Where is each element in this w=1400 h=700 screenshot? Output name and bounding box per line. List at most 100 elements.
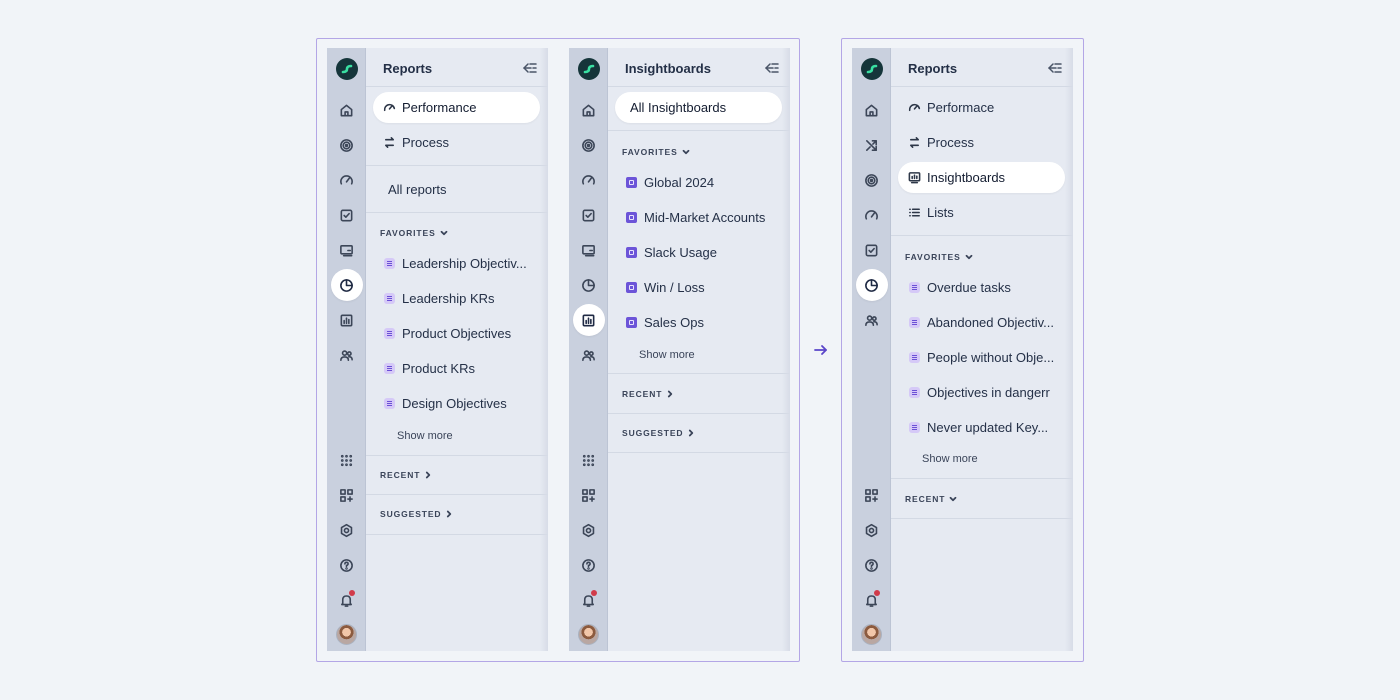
- menu-item-performance[interactable]: Performance: [373, 92, 540, 123]
- reports-panel: Reports Performance Process All reports …: [327, 48, 548, 651]
- recent-section-toggle[interactable]: RECENT: [622, 389, 674, 399]
- icon-rail: [569, 48, 608, 651]
- favorite-item[interactable]: Objectives in dangerr: [898, 377, 1065, 408]
- settings-icon[interactable]: [327, 518, 366, 542]
- bell-icon[interactable]: [852, 588, 891, 612]
- collapse-sidebar-icon[interactable]: [1047, 61, 1062, 73]
- recent-section-toggle[interactable]: RECENT: [905, 494, 957, 504]
- reports-new-menu: Reports Performace Process Insightboards…: [891, 48, 1073, 651]
- app-logo-icon[interactable]: [578, 58, 600, 80]
- favorite-item[interactable]: Leadership KRs: [373, 283, 540, 314]
- home-icon[interactable]: [327, 98, 366, 122]
- apps-grid-icon[interactable]: [569, 448, 608, 472]
- add-widget-icon[interactable]: [852, 483, 891, 507]
- app-logo-icon[interactable]: [336, 58, 358, 80]
- list-badge-icon: [382, 362, 396, 376]
- favorite-item[interactable]: Product Objectives: [373, 318, 540, 349]
- favorite-item[interactable]: Never updated Key...: [898, 412, 1065, 443]
- target-icon[interactable]: [327, 133, 366, 157]
- recent-section-toggle[interactable]: RECENT: [380, 470, 432, 480]
- reports-menu: Reports Performance Process All reports …: [366, 48, 548, 651]
- favorite-item[interactable]: Leadership Objectiv...: [373, 248, 540, 279]
- all-reports-link[interactable]: All reports: [373, 174, 540, 205]
- people-icon[interactable]: [327, 343, 366, 367]
- app-logo-icon[interactable]: [861, 58, 883, 80]
- favorites-section-toggle[interactable]: FAVORITES: [905, 252, 973, 262]
- suggested-section-toggle[interactable]: SUGGESTED: [622, 428, 695, 438]
- menu-item-process[interactable]: Process: [373, 127, 540, 158]
- favorite-item[interactable]: Product KRs: [373, 353, 540, 384]
- icon-rail: [327, 48, 366, 651]
- avatar[interactable]: [861, 624, 882, 645]
- favorite-item[interactable]: Sales Ops: [615, 307, 782, 338]
- insightboard-badge-icon: [624, 246, 638, 260]
- menu-item-performance[interactable]: Performace: [898, 92, 1065, 123]
- menu-item-process[interactable]: Process: [898, 127, 1065, 158]
- favorite-item[interactable]: Design Objectives: [373, 388, 540, 419]
- home-icon[interactable]: [852, 98, 891, 122]
- chevron-down-icon: [949, 496, 957, 502]
- favorite-item[interactable]: Overdue tasks: [898, 272, 1065, 303]
- help-icon[interactable]: [569, 553, 608, 577]
- settings-icon[interactable]: [852, 518, 891, 542]
- divider: [366, 534, 548, 535]
- chevron-down-icon: [965, 254, 973, 260]
- checkbox-icon[interactable]: [327, 203, 366, 227]
- avatar[interactable]: [336, 624, 357, 645]
- list-badge-icon: [907, 351, 921, 365]
- favorite-item[interactable]: Win / Loss: [615, 272, 782, 303]
- list-badge-icon: [907, 421, 921, 435]
- favorites-section-toggle[interactable]: FAVORITES: [380, 228, 448, 238]
- add-widget-icon[interactable]: [569, 483, 608, 507]
- show-more-link[interactable]: Show more: [639, 349, 695, 361]
- show-more-link[interactable]: Show more: [397, 430, 453, 442]
- home-icon[interactable]: [569, 98, 608, 122]
- help-icon[interactable]: [327, 553, 366, 577]
- favorite-item[interactable]: Slack Usage: [615, 237, 782, 268]
- target-icon[interactable]: [569, 133, 608, 157]
- screen-icon[interactable]: [569, 238, 608, 262]
- pie-chart-icon[interactable]: [569, 273, 608, 297]
- pie-chart-icon[interactable]: [327, 269, 366, 301]
- divider: [608, 373, 790, 374]
- people-icon[interactable]: [569, 343, 608, 367]
- checkbox-icon[interactable]: [569, 203, 608, 227]
- favorites-section-toggle[interactable]: FAVORITES: [622, 147, 690, 157]
- settings-icon[interactable]: [569, 518, 608, 542]
- notification-dot: [349, 590, 355, 596]
- favorite-item[interactable]: Abandoned Objectiv...: [898, 307, 1065, 338]
- shuffle-icon[interactable]: [852, 133, 891, 157]
- avatar[interactable]: [578, 624, 599, 645]
- bar-chart-icon[interactable]: [327, 308, 366, 332]
- screen-icon[interactable]: [327, 238, 366, 262]
- people-icon[interactable]: [852, 308, 891, 332]
- insightboards-menu: Insightboards All Insightboards FAVORITE…: [608, 48, 790, 651]
- bell-icon[interactable]: [569, 588, 608, 612]
- target-icon[interactable]: [852, 168, 891, 192]
- favorite-item[interactable]: Global 2024: [615, 167, 782, 198]
- divider: [891, 518, 1073, 519]
- suggested-section-toggle[interactable]: SUGGESTED: [380, 509, 453, 519]
- bell-icon[interactable]: [327, 588, 366, 612]
- show-more-link[interactable]: Show more: [922, 453, 978, 465]
- favorite-item[interactable]: People without Obje...: [898, 342, 1065, 373]
- checkbox-icon[interactable]: [852, 238, 891, 262]
- divider: [366, 165, 548, 166]
- menu-item-lists[interactable]: Lists: [898, 197, 1065, 228]
- notification-dot: [591, 590, 597, 596]
- help-icon[interactable]: [852, 553, 891, 577]
- menu-header: Insightboards: [608, 48, 790, 87]
- apps-grid-icon[interactable]: [327, 448, 366, 472]
- menu-item-insightboards[interactable]: Insightboards: [898, 162, 1065, 193]
- collapse-sidebar-icon[interactable]: [522, 61, 537, 73]
- all-insightboards-item[interactable]: All Insightboards: [615, 92, 782, 123]
- favorite-item[interactable]: Mid-Market Accounts: [615, 202, 782, 233]
- menu-header: Reports: [366, 48, 548, 87]
- gauge-icon[interactable]: [569, 168, 608, 192]
- add-widget-icon[interactable]: [327, 483, 366, 507]
- gauge-icon[interactable]: [852, 203, 891, 227]
- gauge-icon[interactable]: [327, 168, 366, 192]
- pie-chart-icon[interactable]: [852, 269, 891, 301]
- collapse-sidebar-icon[interactable]: [764, 61, 779, 73]
- bar-chart-icon[interactable]: [569, 304, 608, 336]
